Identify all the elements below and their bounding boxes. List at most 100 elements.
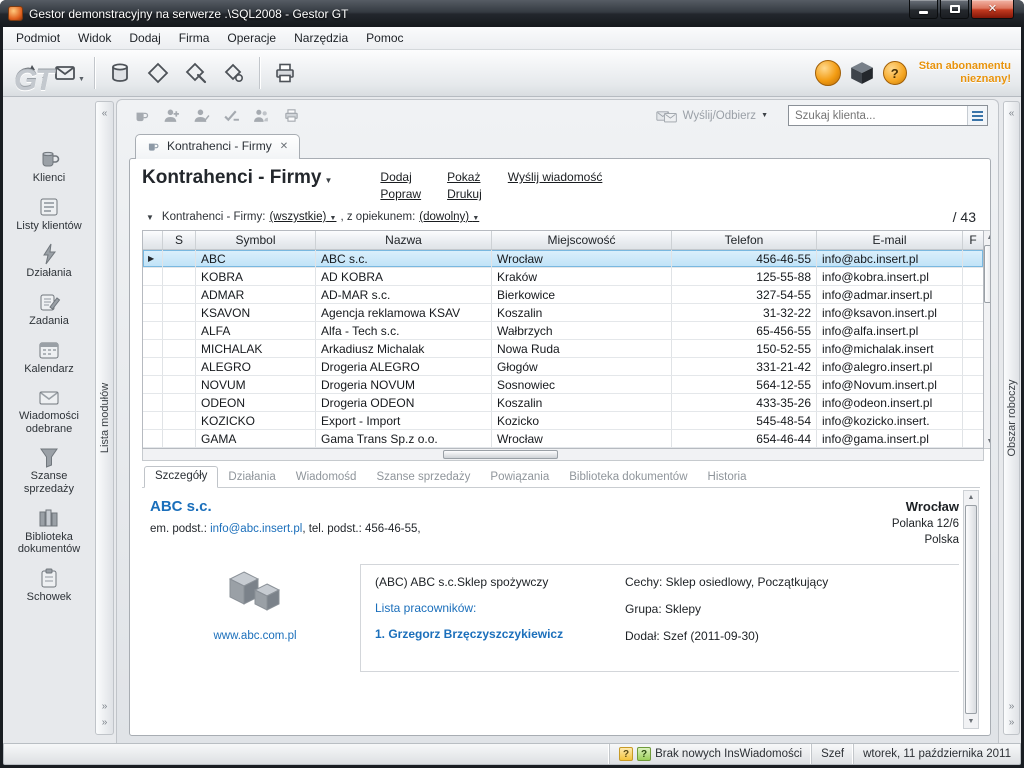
header-miejscowosc[interactable]: Miejscowość xyxy=(492,231,672,249)
filter-collapse-icon[interactable]: ▼ xyxy=(142,211,158,224)
website-link[interactable]: www.abc.com.pl xyxy=(213,630,296,642)
chevron-right-icon[interactable]: » xyxy=(96,717,113,728)
menu-item[interactable]: Firma xyxy=(170,28,219,48)
subscription-status[interactable]: Stan abonamentu nieznany! xyxy=(919,60,1011,86)
action-pokaz[interactable]: Pokaż xyxy=(447,170,482,187)
sidebar-item-klienci[interactable]: Klienci xyxy=(5,143,93,189)
action-popraw[interactable]: Popraw xyxy=(380,187,421,204)
scroll-up-icon[interactable]: ▲ xyxy=(968,491,975,504)
detail-tab[interactable]: Działania xyxy=(218,468,285,488)
workspace-strip[interactable]: « Obszar roboczy » » xyxy=(1003,101,1020,735)
action-wyslij-wiadomosc[interactable]: Wyślij wiadomość xyxy=(508,170,603,187)
header-telefon[interactable]: Telefon xyxy=(672,231,817,249)
module-list-strip[interactable]: « Lista modułów » » xyxy=(95,101,114,735)
vscroll-thumb[interactable] xyxy=(984,245,990,303)
filter-caretaker-dropdown[interactable]: (dowolny) ▼ xyxy=(419,211,479,223)
edit-item-button[interactable] xyxy=(178,54,214,92)
hscroll-thumb[interactable] xyxy=(443,450,558,459)
sidebar-item-dzialania[interactable]: Działania xyxy=(5,238,93,284)
minimize-button[interactable] xyxy=(909,0,938,19)
edit-client-button[interactable] xyxy=(189,104,213,128)
header-f[interactable]: F xyxy=(963,231,983,249)
sidebar-item-zadania[interactable]: Zadania xyxy=(5,286,93,332)
table-vertical-scrollbar[interactable]: ▲ ▼ xyxy=(984,230,990,449)
print-list-button[interactable] xyxy=(279,104,303,128)
header-nazwa[interactable]: Nazwa xyxy=(316,231,492,249)
header-symbol[interactable]: Symbol xyxy=(196,231,316,249)
table-row[interactable]: ▶ KOBRA AD KOBRA Kraków 125-55-88 info@k… xyxy=(143,268,983,286)
item-options-button[interactable] xyxy=(216,54,252,92)
search-input[interactable] xyxy=(789,110,967,122)
table-row[interactable]: ▶ KOZICKO Export - Import Kozicko 545-48… xyxy=(143,412,983,430)
detail-tab[interactable]: Wiadomośd xyxy=(286,468,367,488)
cube-icon[interactable] xyxy=(849,60,875,86)
detail-tab[interactable]: Szczegóły xyxy=(144,466,218,488)
table-row[interactable]: ▶ ADMAR AD-MAR s.c. Bierkowice 327-54-55… xyxy=(143,286,983,304)
workspace: Klienci Listy klientów Działania Zadania… xyxy=(3,97,1021,743)
detail-tab[interactable]: Historia xyxy=(698,468,757,488)
menu-item[interactable]: Podmiot xyxy=(7,28,69,48)
help-status-icon[interactable]: ? xyxy=(619,747,633,761)
help-button[interactable]: ? xyxy=(883,61,907,85)
sidebar-item-schowek[interactable]: Schowek xyxy=(5,562,93,608)
company-name-link[interactable]: ABC s.c. xyxy=(150,498,421,515)
menu-item[interactable]: Widok xyxy=(69,28,120,48)
detail-tab[interactable]: Szanse sprzedaży xyxy=(366,468,480,488)
detail-scroll-thumb[interactable] xyxy=(965,505,977,714)
header-email[interactable]: E-mail xyxy=(817,231,963,249)
action-drukuj[interactable]: Drukuj xyxy=(447,187,482,204)
chevron-right-icon[interactable]: » xyxy=(1004,717,1019,728)
mail-button[interactable]: ▼ xyxy=(51,54,87,92)
client-tasks-button[interactable] xyxy=(219,104,243,128)
scroll-down-icon[interactable]: ▼ xyxy=(968,715,975,728)
module-mug-button[interactable] xyxy=(129,104,153,128)
menu-item[interactable]: Narzędzia xyxy=(285,28,357,48)
menu-item[interactable]: Dodaj xyxy=(120,28,169,48)
assign-caretaker-button[interactable] xyxy=(249,104,273,128)
send-receive-button[interactable]: Wyślij/Odbierz ▼ xyxy=(656,108,768,124)
sidebar-item-szanse-sprzedazy[interactable]: Szanse sprzedaży xyxy=(5,441,93,499)
chevron-left-icon[interactable]: « xyxy=(1004,108,1019,119)
filter-all-dropdown[interactable]: (wszystkie) ▼ xyxy=(269,211,336,223)
add-client-button[interactable] xyxy=(159,104,183,128)
table-horizontal-scrollbar[interactable] xyxy=(142,449,984,461)
tab-close-icon[interactable]: ✕ xyxy=(279,141,289,152)
table-row[interactable]: ▶ ABC ABC s.c. Wrocław 456-46-55 info@ab… xyxy=(143,250,983,268)
scroll-up-icon[interactable]: ▲ xyxy=(987,231,990,244)
employee-link[interactable]: 1. Grzegorz Brzęczyszczykiewicz xyxy=(375,627,625,641)
title-bar[interactable]: Gestor demonstracyjny na serwerze .\SQL2… xyxy=(0,0,1024,27)
tab-kontrahenci-firmy[interactable]: Kontrahenci - Firmy ✕ xyxy=(135,134,300,159)
chevron-right-icon[interactable]: » xyxy=(96,701,113,712)
sidebar-item-listy-klientow[interactable]: Listy klientów xyxy=(5,191,93,237)
database-button[interactable] xyxy=(102,54,138,92)
detail-tab[interactable]: Powiązania xyxy=(480,468,559,488)
maximize-button[interactable] xyxy=(940,0,969,19)
sidebar-item-kalendarz[interactable]: Kalendarz xyxy=(5,334,93,380)
scroll-down-icon[interactable]: ▼ xyxy=(987,435,990,448)
table-row[interactable]: ▶ KSAVON Agencja reklamowa KSAV Koszalin… xyxy=(143,304,983,322)
print-button[interactable] xyxy=(267,54,303,92)
page-title[interactable]: Kontrahenci - Firmy▼ xyxy=(142,167,332,189)
email-link[interactable]: info@abc.insert.pl xyxy=(210,523,302,535)
menu-item[interactable]: Pomoc xyxy=(357,28,412,48)
table-row[interactable]: ▶ ALEGRO Drogeria ALEGRO Głogów 331-21-4… xyxy=(143,358,983,376)
search-list-icon[interactable] xyxy=(967,106,987,125)
menu-item[interactable]: Operacje xyxy=(218,28,285,48)
close-button[interactable]: ✕ xyxy=(971,0,1014,19)
sidebar-item-biblioteka-dokumentow[interactable]: Biblioteka dokumentów xyxy=(5,502,93,560)
sidebar-item-wiadomosci-odebrane[interactable]: Wiadomości odebrane xyxy=(5,381,93,439)
table-row[interactable]: ▶ MICHALAK Arkadiusz Michalak Nowa Ruda … xyxy=(143,340,983,358)
header-s[interactable]: S xyxy=(163,231,196,249)
table-row[interactable]: ▶ ALFA Alfa - Tech s.c. Wałbrzych 65-456… xyxy=(143,322,983,340)
action-dodaj[interactable]: Dodaj xyxy=(380,170,421,187)
insert-sphere-icon[interactable] xyxy=(815,60,841,86)
table-row[interactable]: ▶ GAMA Gama Trans Sp.z o.o. Wrocław 654-… xyxy=(143,430,983,448)
detail-tab[interactable]: Biblioteka dokumentów xyxy=(559,468,697,488)
detail-scrollbar[interactable]: ▲ ▼ xyxy=(963,490,979,729)
table-row[interactable]: ▶ NOVUM Drogeria NOVUM Sosnowiec 564-12-… xyxy=(143,376,983,394)
chevron-right-icon[interactable]: » xyxy=(1004,701,1019,712)
table-row[interactable]: ▶ ODEON Drogeria ODEON Koszalin 433-35-2… xyxy=(143,394,983,412)
info-status-icon[interactable]: ? xyxy=(637,747,651,761)
chevron-left-icon[interactable]: « xyxy=(96,108,113,119)
new-item-button[interactable] xyxy=(140,54,176,92)
